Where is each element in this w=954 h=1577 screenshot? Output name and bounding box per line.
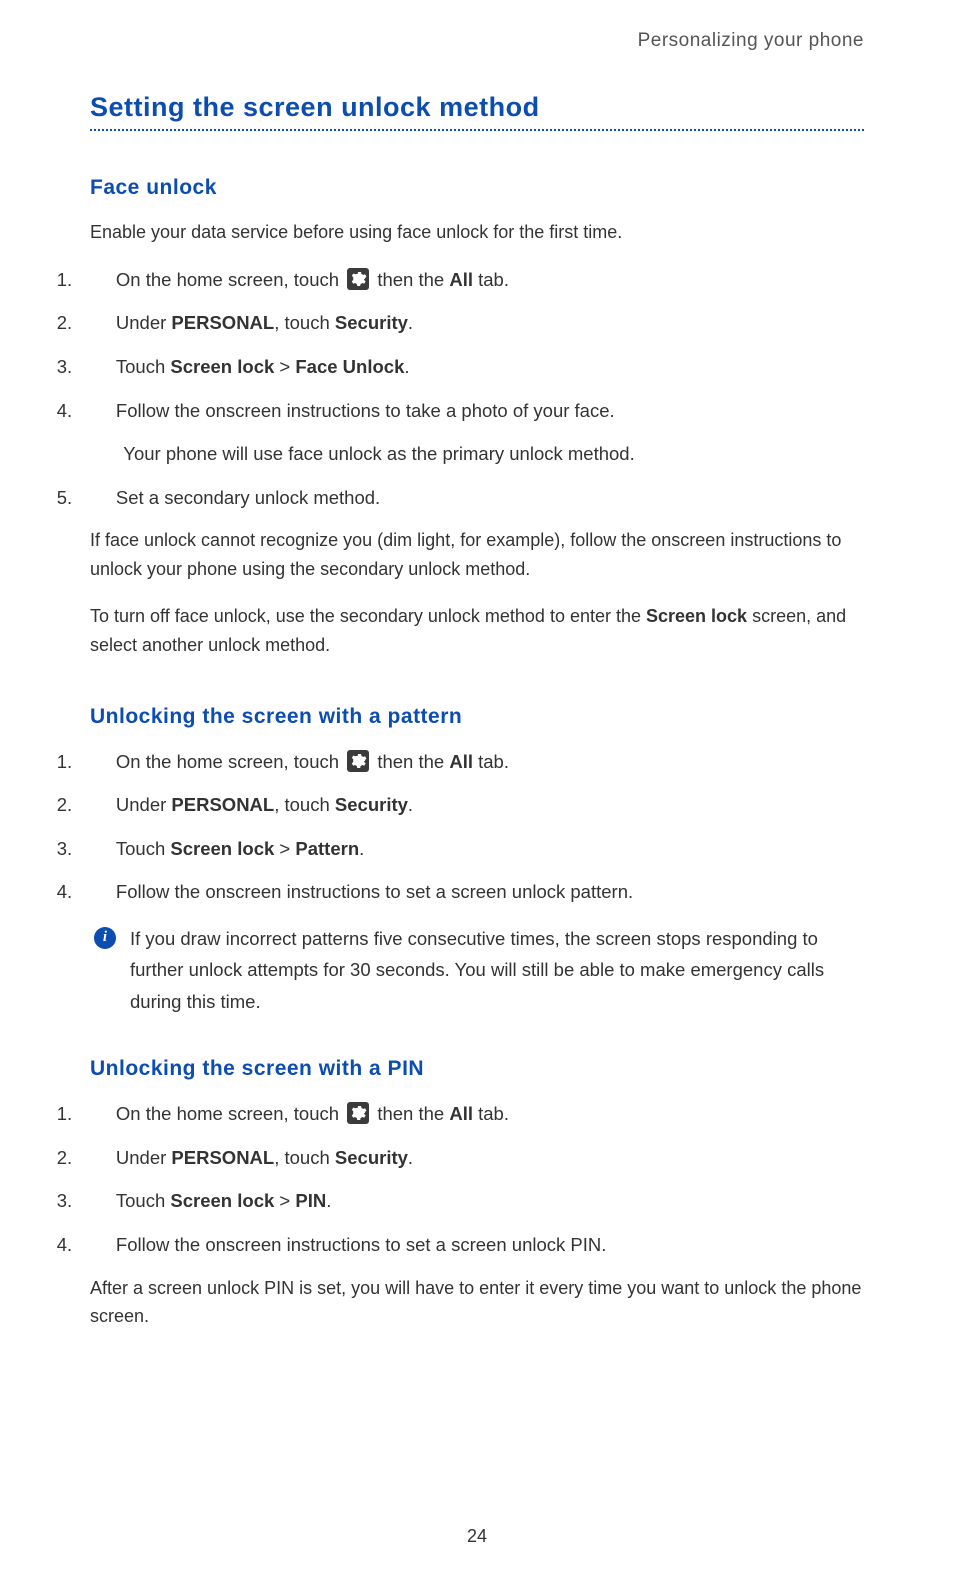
step-text: then the xyxy=(372,1103,449,1124)
pin-step-3: 3.Touch Screen lock > PIN. xyxy=(90,1186,864,1216)
settings-icon xyxy=(347,268,369,290)
personal-label: PERSONAL xyxy=(171,794,274,815)
step-text: On the home screen, touch xyxy=(116,751,344,772)
pattern-heading: Unlocking the screen with a pattern xyxy=(90,705,864,729)
face-unlock-intro: Enable your data service before using fa… xyxy=(90,218,864,247)
face-note-1: If face unlock cannot recognize you (dim… xyxy=(90,526,864,584)
screen-lock-label: Screen lock xyxy=(646,606,747,626)
step-text: . xyxy=(408,794,413,815)
gt-separator: > xyxy=(274,1190,295,1211)
page-container: Personalizing your phone Setting the scr… xyxy=(0,0,954,1577)
step-text: then the xyxy=(372,269,449,290)
step-text: Set a secondary unlock method. xyxy=(116,487,380,508)
pattern-step-3: 3.Touch Screen lock > Pattern. xyxy=(90,834,864,864)
page-number: 24 xyxy=(0,1526,954,1547)
main-heading: Setting the screen unlock method xyxy=(90,92,864,123)
pattern-info-block: i If you draw incorrect patterns five co… xyxy=(94,923,864,1017)
step-text: Touch xyxy=(116,1190,171,1211)
face-step-5: 5.Set a secondary unlock method. xyxy=(90,483,864,513)
all-tab-label: All xyxy=(449,1103,473,1124)
personal-label: PERSONAL xyxy=(171,312,274,333)
info-icon: i xyxy=(94,927,116,949)
step-text: tab. xyxy=(473,751,509,772)
step-text: . xyxy=(408,1147,413,1168)
pattern-step-2: 2.Under PERSONAL, touch Security. xyxy=(90,790,864,820)
step-text: tab. xyxy=(473,1103,509,1124)
gt-separator: > xyxy=(274,356,295,377)
face-step-2: 2.Under PERSONAL, touch Security. xyxy=(90,308,864,338)
face-step-3: 3.Touch Screen lock > Face Unlock. xyxy=(90,352,864,382)
pin-step-2: 2.Under PERSONAL, touch Security. xyxy=(90,1143,864,1173)
face-step-4-sub: Your phone will use face unlock as the p… xyxy=(90,439,864,469)
face-step-1: 1.On the home screen, touch then the All… xyxy=(90,265,864,295)
pin-step-1: 1.On the home screen, touch then the All… xyxy=(90,1099,864,1129)
settings-icon xyxy=(347,750,369,772)
step-text: , touch xyxy=(274,312,335,333)
step-text: Follow the onscreen instructions to set … xyxy=(116,881,633,902)
all-tab-label: All xyxy=(449,751,473,772)
face-step-4: 4.Follow the onscreen instructions to ta… xyxy=(90,396,864,426)
face-unlock-heading: Face unlock xyxy=(90,176,864,200)
screen-lock-label: Screen lock xyxy=(170,838,274,859)
step-text: On the home screen, touch xyxy=(116,269,344,290)
step-text: Touch xyxy=(116,838,171,859)
pin-label: PIN xyxy=(295,1190,326,1211)
step-text: Under xyxy=(116,794,172,815)
face-unlock-label: Face Unlock xyxy=(295,356,404,377)
step-text: On the home screen, touch xyxy=(116,1103,344,1124)
step-text: , touch xyxy=(274,794,335,815)
all-tab-label: All xyxy=(449,269,473,290)
security-label: Security xyxy=(335,312,408,333)
pin-after-note: After a screen unlock PIN is set, you wi… xyxy=(90,1274,864,1332)
step-text: Under xyxy=(116,312,172,333)
pattern-step-4: 4.Follow the onscreen instructions to se… xyxy=(90,877,864,907)
header-section-label: Personalizing your phone xyxy=(90,30,864,52)
security-label: Security xyxy=(335,794,408,815)
pattern-step-1: 1.On the home screen, touch then the All… xyxy=(90,747,864,777)
heading-divider xyxy=(90,129,864,131)
info-text: If you draw incorrect patterns five cons… xyxy=(130,923,864,1017)
step-text: tab. xyxy=(473,269,509,290)
step-text: , touch xyxy=(274,1147,335,1168)
step-text: Under xyxy=(116,1147,172,1168)
screen-lock-label: Screen lock xyxy=(170,1190,274,1211)
pin-step-4: 4.Follow the onscreen instructions to se… xyxy=(90,1230,864,1260)
step-text: Follow the onscreen instructions to take… xyxy=(116,400,615,421)
step-text: Follow the onscreen instructions to set … xyxy=(116,1234,607,1255)
screen-lock-label: Screen lock xyxy=(170,356,274,377)
pin-heading: Unlocking the screen with a PIN xyxy=(90,1057,864,1081)
step-text: . xyxy=(408,312,413,333)
security-label: Security xyxy=(335,1147,408,1168)
step-text: then the xyxy=(372,751,449,772)
gt-separator: > xyxy=(274,838,295,859)
settings-icon xyxy=(347,1102,369,1124)
face-note-2: To turn off face unlock, use the seconda… xyxy=(90,602,864,660)
pattern-label: Pattern xyxy=(295,838,359,859)
note-text: To turn off face unlock, use the seconda… xyxy=(90,606,646,626)
step-text: Touch xyxy=(116,356,171,377)
personal-label: PERSONAL xyxy=(171,1147,274,1168)
